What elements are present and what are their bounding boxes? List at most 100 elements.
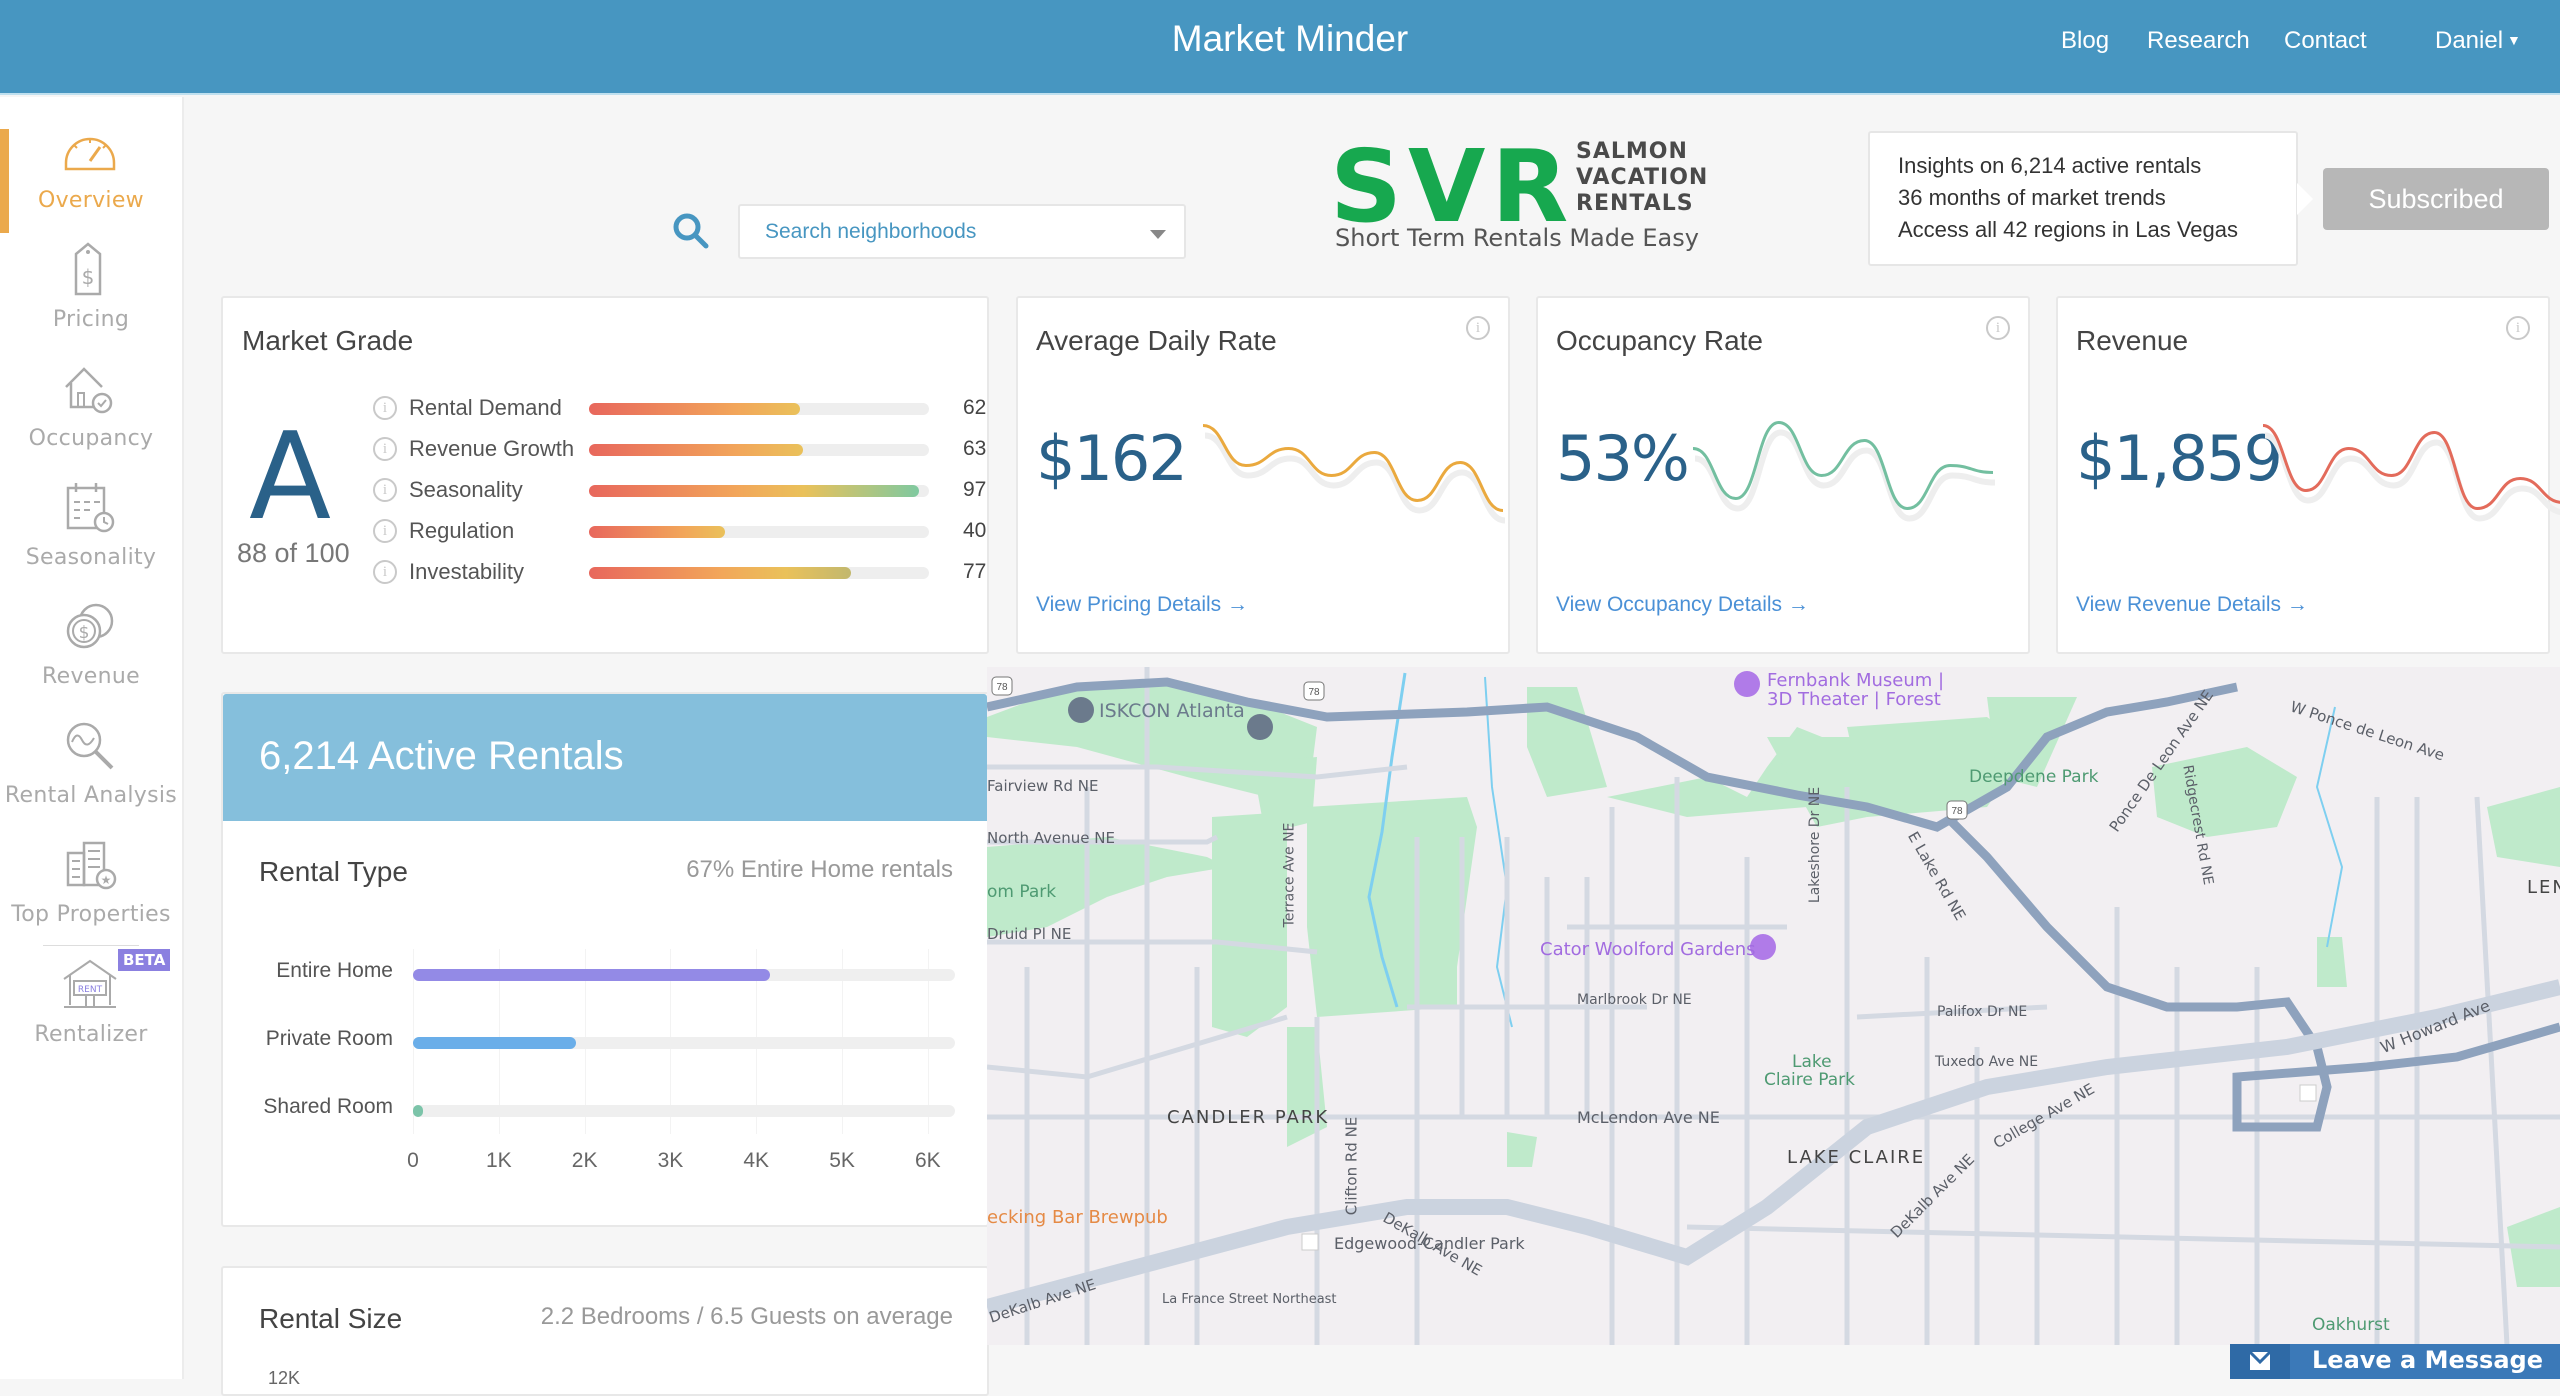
metric-name: Investability bbox=[409, 559, 524, 584]
map-label: Terrace Ave NE bbox=[1281, 822, 1298, 928]
category-label: Private Room bbox=[265, 1027, 393, 1050]
x-tick-label: 0 bbox=[407, 1149, 419, 1172]
grade-metric-row: i Seasonality 97 bbox=[373, 475, 986, 505]
transit-station-icon[interactable] bbox=[2299, 1084, 2317, 1102]
sidebar-item-pricing[interactable]: $ Pricing bbox=[0, 234, 182, 344]
price-tag-icon: $ bbox=[74, 242, 102, 296]
metric-value: 77 bbox=[963, 560, 987, 583]
kpi-title: Revenue bbox=[2076, 325, 2189, 356]
grade-metric-row: i Investability 77 bbox=[373, 557, 986, 587]
kpi-details-link[interactable]: View Pricing Details → bbox=[1036, 593, 1248, 617]
dropdown-arrow-icon bbox=[1150, 230, 1166, 239]
kpi-details-link[interactable]: View Occupancy Details → bbox=[1556, 593, 1809, 617]
sidebar-item-label: Rentalizer bbox=[34, 1022, 148, 1047]
sidebar-item-overview[interactable]: Overview bbox=[0, 115, 182, 233]
museum-pin-icon[interactable] bbox=[1734, 671, 1760, 697]
grade-metric-row: i Revenue Growth 63 bbox=[373, 434, 986, 464]
sidebar-divider bbox=[43, 945, 139, 946]
sidebar-item-label: Pricing bbox=[52, 307, 130, 332]
map-label: LAKE CLAIRE bbox=[1787, 1147, 1926, 1168]
map-park bbox=[2152, 747, 2297, 837]
map-label: McLendon Ave NE bbox=[1577, 1108, 1720, 1127]
neighborhood-search-select[interactable]: Search neighborhoods bbox=[738, 204, 1186, 259]
search-icon[interactable] bbox=[671, 211, 711, 251]
info-icon[interactable]: i bbox=[373, 478, 397, 502]
info-icon[interactable]: i bbox=[373, 396, 397, 420]
metric-value: 97 bbox=[963, 478, 987, 501]
logo-tagline: Short Term Rentals Made Easy bbox=[1335, 224, 1699, 252]
kpi-details-link[interactable]: View Revenue Details → bbox=[2076, 593, 2308, 617]
transit-station-icon[interactable] bbox=[1301, 1233, 1319, 1251]
route-78-shield: 78 bbox=[1303, 681, 1325, 701]
nav-contact-link[interactable]: Contact bbox=[2284, 27, 2367, 55]
nav-research-link[interactable]: Research bbox=[2147, 27, 2250, 55]
map-label: Clifton Rd NE bbox=[1342, 1116, 1361, 1216]
bar-entire-home[interactable] bbox=[413, 969, 770, 981]
rental-size-summary: 2.2 Bedrooms / 6.5 Guests on average bbox=[540, 1303, 953, 1330]
sidebar-item-rental-analysis[interactable]: Rental Analysis bbox=[0, 710, 182, 820]
map-label: Tuxedo Ave NE bbox=[1935, 1054, 2039, 1070]
rent-sign-house-icon: RENT bbox=[63, 959, 117, 1008]
metric-bar-track bbox=[589, 485, 929, 497]
kpi-value: 53% bbox=[1556, 422, 1690, 495]
rentals-map[interactable]: 78 78 78 ISKCON Atlanta Fernbank Museum … bbox=[987, 667, 2560, 1345]
kpi-sparkline bbox=[1692, 420, 1996, 522]
info-icon[interactable]: i bbox=[373, 519, 397, 543]
kpi-sparkline bbox=[2262, 424, 2560, 522]
building-star-icon: ★ bbox=[66, 841, 117, 890]
svg-text:RENT: RENT bbox=[78, 985, 103, 995]
user-menu[interactable]: Daniel ▼ bbox=[2435, 27, 2521, 55]
category-label: Shared Room bbox=[263, 1095, 393, 1118]
map-label: om Park bbox=[987, 882, 1057, 902]
sidebar-item-occupancy[interactable]: Occupancy bbox=[0, 353, 182, 463]
map-park bbox=[1307, 797, 1477, 1017]
kpi-title: Average Daily Rate bbox=[1036, 325, 1277, 356]
metric-bar-fill bbox=[589, 526, 725, 538]
active-rentals-title: 6,214 Active Rentals bbox=[259, 734, 624, 778]
info-icon[interactable]: i bbox=[373, 437, 397, 461]
sidebar-item-label: Top Properties bbox=[11, 902, 171, 927]
bar-track bbox=[413, 1105, 955, 1117]
house-check-icon bbox=[65, 367, 113, 414]
x-tick-label: 4K bbox=[743, 1149, 770, 1172]
map-label: Lakeshore Dr NE bbox=[1807, 786, 1824, 904]
svg-text:78: 78 bbox=[1308, 687, 1320, 698]
sidebar-item-label: Overview bbox=[38, 188, 144, 213]
sidebar-item-revenue[interactable]: $ Revenue bbox=[0, 591, 182, 701]
grade-score: 88 of 100 bbox=[237, 538, 350, 568]
info-icon[interactable]: i bbox=[373, 560, 397, 584]
map-park bbox=[1507, 1132, 1537, 1167]
school-pin-icon[interactable] bbox=[1247, 714, 1273, 740]
metric-name: Revenue Growth bbox=[409, 436, 575, 461]
map-label: Oakhurst bbox=[2312, 1315, 2390, 1335]
map-label: Druid Pl NE bbox=[987, 925, 1072, 943]
x-tick-label: 1K bbox=[485, 1149, 512, 1172]
insight-line: Access all 42 regions in Las Vegas bbox=[1898, 217, 2238, 242]
sidebar-item-seasonality[interactable]: Seasonality bbox=[0, 472, 182, 582]
map-creek bbox=[2315, 706, 2344, 948]
info-icon[interactable]: i bbox=[1466, 316, 1490, 340]
map-label: Edgewood-Candler Park bbox=[1334, 1234, 1525, 1253]
metric-bar-fill bbox=[589, 485, 919, 497]
route-78-shield: 78 bbox=[991, 676, 1013, 696]
bar-private-room[interactable] bbox=[413, 1037, 577, 1049]
x-tick-label: 5K bbox=[829, 1149, 855, 1172]
map-canvas[interactable]: 78 78 78 bbox=[987, 667, 2560, 1345]
info-icon[interactable]: i bbox=[1986, 316, 2010, 340]
temple-pin-icon[interactable] bbox=[1068, 697, 1094, 723]
sparkline-shadow bbox=[1204, 432, 1506, 524]
insight-line: 36 months of market trends bbox=[1898, 185, 2166, 210]
subscribed-button[interactable]: Subscribed bbox=[2323, 168, 2549, 230]
leave-message-button[interactable]: Leave a Message bbox=[2230, 1344, 2560, 1379]
occupancy-rate-card: Occupancy Rate i 53% View Occupancy Details… bbox=[1536, 296, 2030, 654]
nav-blog-link[interactable]: Blog bbox=[2061, 27, 2109, 55]
map-label: North Avenue NE bbox=[987, 829, 1115, 847]
info-icon[interactable]: i bbox=[2506, 316, 2530, 340]
insights-callout: Insights on 6,214 active rentals 36 mont… bbox=[1868, 131, 2313, 266]
sidebar-item-rentalizer[interactable]: RENT BETA Rentalizer bbox=[0, 949, 182, 1059]
bar-shared-room[interactable] bbox=[413, 1105, 423, 1117]
sidebar-item-top-properties[interactable]: ★ Top Properties bbox=[0, 829, 182, 939]
map-label: CANDLER PARK bbox=[1167, 1107, 1330, 1128]
map-label: Deepdene Park bbox=[1969, 767, 2099, 787]
map-label: 3D Theater | Forest bbox=[1767, 689, 1941, 710]
